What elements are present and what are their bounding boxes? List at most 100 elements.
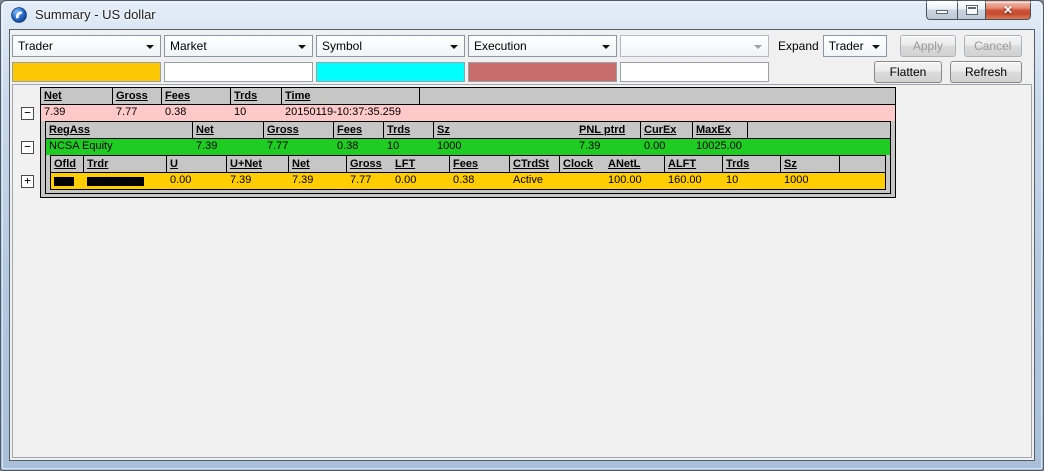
chevron-down-icon bbox=[450, 45, 458, 49]
summary-tree: NetGrossFeesTrdsTime 7.397.770.381020150… bbox=[40, 87, 896, 198]
column-header-curex[interactable]: CurEx bbox=[641, 122, 693, 138]
column-header-sz[interactable]: Sz bbox=[434, 122, 576, 138]
window-controls: ✕ bbox=[926, 1, 1031, 20]
app-window: Summary - US dollar ✕ Trader Market Symbol… bbox=[0, 0, 1044, 471]
column-header-u-net[interactable]: U+Net bbox=[227, 156, 289, 172]
cell-value: 0.38 bbox=[162, 105, 231, 121]
column-header-fees[interactable]: Fees bbox=[450, 156, 510, 172]
column-header-alft[interactable]: ALFT bbox=[665, 156, 723, 172]
chevron-down-icon bbox=[602, 45, 610, 49]
column-header-lft[interactable]: LFT bbox=[392, 156, 450, 172]
data-row-level3[interactable]: 0.007.397.397.770.000.38Active100.00160.… bbox=[51, 173, 885, 189]
column-header-net[interactable]: Net bbox=[41, 88, 113, 104]
collapse-toggle-level2[interactable]: − bbox=[21, 141, 34, 154]
cell-value: 1000 bbox=[781, 173, 840, 189]
column-header-anetl[interactable]: ANetL bbox=[605, 156, 665, 172]
execution-color-field[interactable] bbox=[468, 62, 617, 82]
column-header-filler bbox=[840, 156, 885, 172]
cell-value: 7.39 bbox=[289, 173, 347, 189]
column-header-gross[interactable]: Gross bbox=[264, 122, 334, 138]
column-header-ofld[interactable]: Ofld bbox=[51, 156, 84, 172]
cell-value: 7.77 bbox=[113, 105, 162, 121]
flatten-button[interactable]: Flatten bbox=[874, 61, 942, 83]
cell-value: 0.38 bbox=[450, 173, 510, 189]
dropdown-value: Execution bbox=[474, 39, 527, 53]
refresh-button[interactable]: Refresh bbox=[950, 61, 1022, 83]
expand-label: Expand bbox=[778, 39, 819, 53]
column-header-sz[interactable]: Sz bbox=[781, 156, 840, 172]
filter-dropdown-execution[interactable]: Execution bbox=[468, 35, 617, 57]
filter-dropdown-symbol[interactable]: Symbol bbox=[316, 35, 465, 57]
column-header-trdr[interactable]: Trdr bbox=[84, 156, 167, 172]
cell-value: 0.00 bbox=[392, 173, 450, 189]
column-header-net[interactable]: Net bbox=[289, 156, 347, 172]
column-header-clock[interactable]: Clock bbox=[560, 156, 605, 172]
expand-dropdown-value: Trader bbox=[829, 39, 864, 53]
data-row-level1[interactable]: 7.397.770.381020150119-10:37:35.259 bbox=[41, 105, 895, 121]
column-header-maxex[interactable]: MaxEx bbox=[693, 122, 748, 138]
cell-value bbox=[560, 173, 605, 189]
cancel-button[interactable]: Cancel bbox=[964, 35, 1022, 57]
trader-color-field[interactable] bbox=[12, 62, 161, 82]
cell-value: 100.00 bbox=[605, 173, 665, 189]
chevron-down-icon bbox=[754, 45, 762, 49]
column-header-fees[interactable]: Fees bbox=[162, 88, 231, 104]
cell-value: 0.00 bbox=[641, 139, 693, 155]
summary-table-level1: NetGrossFeesTrdsTime 7.397.770.381020150… bbox=[40, 87, 896, 198]
header-row-level3: OfldTrdrUU+NetNetGrossLFTFeesCTrdStClock… bbox=[51, 156, 885, 173]
cell-value: 160.00 bbox=[665, 173, 723, 189]
filter-dropdown-blank[interactable] bbox=[620, 35, 769, 57]
chevron-down-icon bbox=[146, 45, 154, 49]
apply-button[interactable]: Apply bbox=[900, 35, 955, 57]
column-header-fees[interactable]: Fees bbox=[334, 122, 384, 138]
cell-value: 7.77 bbox=[264, 139, 334, 155]
dropdown-value: Market bbox=[170, 39, 207, 53]
window-title: Summary - US dollar bbox=[35, 7, 156, 22]
summary-table-level2: RegAssNetGrossFeesTrdsSzPNL ptrdCurExMax… bbox=[45, 121, 891, 194]
column-header-trds[interactable]: Trds bbox=[723, 156, 781, 172]
expand-dropdown[interactable]: Trader bbox=[823, 35, 888, 57]
cell-value: 7.39 bbox=[193, 139, 264, 155]
summary-table-level3: OfldTrdrUU+NetNetGrossLFTFeesCTrdStClock… bbox=[50, 155, 886, 190]
column-header-gross[interactable]: Gross bbox=[113, 88, 162, 104]
column-header-net[interactable]: Net bbox=[193, 122, 264, 138]
filter-dropdown-trader[interactable]: Trader bbox=[12, 35, 161, 57]
column-header-gross[interactable]: Gross bbox=[347, 156, 392, 172]
color-toolbar: Flatten Refresh bbox=[12, 61, 1032, 82]
symbol-color-field[interactable] bbox=[316, 62, 465, 82]
maximize-button[interactable] bbox=[957, 1, 986, 20]
column-header-pnl-ptrd[interactable]: PNL ptrd bbox=[576, 122, 641, 138]
market-color-field[interactable] bbox=[164, 62, 313, 82]
collapse-toggle-level1[interactable]: − bbox=[21, 107, 34, 120]
column-header-regass[interactable]: RegAss bbox=[46, 122, 193, 138]
column-header-filler bbox=[420, 88, 895, 104]
cell-value: 20150119-10:37:35.259 bbox=[282, 105, 420, 121]
cell-value bbox=[840, 173, 885, 189]
column-header-trds[interactable]: Trds bbox=[231, 88, 282, 104]
summary-tree-panel: − − + NetGrossFeesTrdsTime 7.397.770.381… bbox=[12, 84, 1032, 458]
data-row-level2[interactable]: NCSA Equity7.397.770.381010007.390.00100… bbox=[46, 139, 890, 155]
cell-value: 7.39 bbox=[576, 139, 641, 155]
cell-value: 10025.00 bbox=[693, 139, 748, 155]
filter-toolbar: Trader Market Symbol Execution Expand Trade… bbox=[12, 35, 1032, 57]
minimize-icon bbox=[936, 10, 948, 14]
titlebar[interactable]: Summary - US dollar ✕ bbox=[1, 1, 1043, 29]
cell-value: 10 bbox=[384, 139, 434, 155]
cell-value: 0.00 bbox=[167, 173, 227, 189]
cell-value: NCSA Equity bbox=[46, 139, 193, 155]
minimize-button[interactable] bbox=[926, 1, 957, 20]
expand-toggle-level3[interactable]: + bbox=[21, 175, 34, 188]
column-header-trds[interactable]: Trds bbox=[384, 122, 434, 138]
cell-value: 7.39 bbox=[41, 105, 113, 121]
redacted-value bbox=[51, 173, 84, 189]
column-header-time[interactable]: Time bbox=[282, 88, 420, 104]
dropdown-value: Symbol bbox=[322, 39, 362, 53]
extra-color-field[interactable] bbox=[620, 62, 769, 82]
cell-value: 0.38 bbox=[334, 139, 384, 155]
filter-dropdown-market[interactable]: Market bbox=[164, 35, 313, 57]
column-header-u[interactable]: U bbox=[167, 156, 227, 172]
column-header-ctrdst[interactable]: CTrdSt bbox=[510, 156, 560, 172]
close-button[interactable]: ✕ bbox=[986, 1, 1031, 20]
cell-value: 7.39 bbox=[227, 173, 289, 189]
cell-value: 10 bbox=[723, 173, 781, 189]
